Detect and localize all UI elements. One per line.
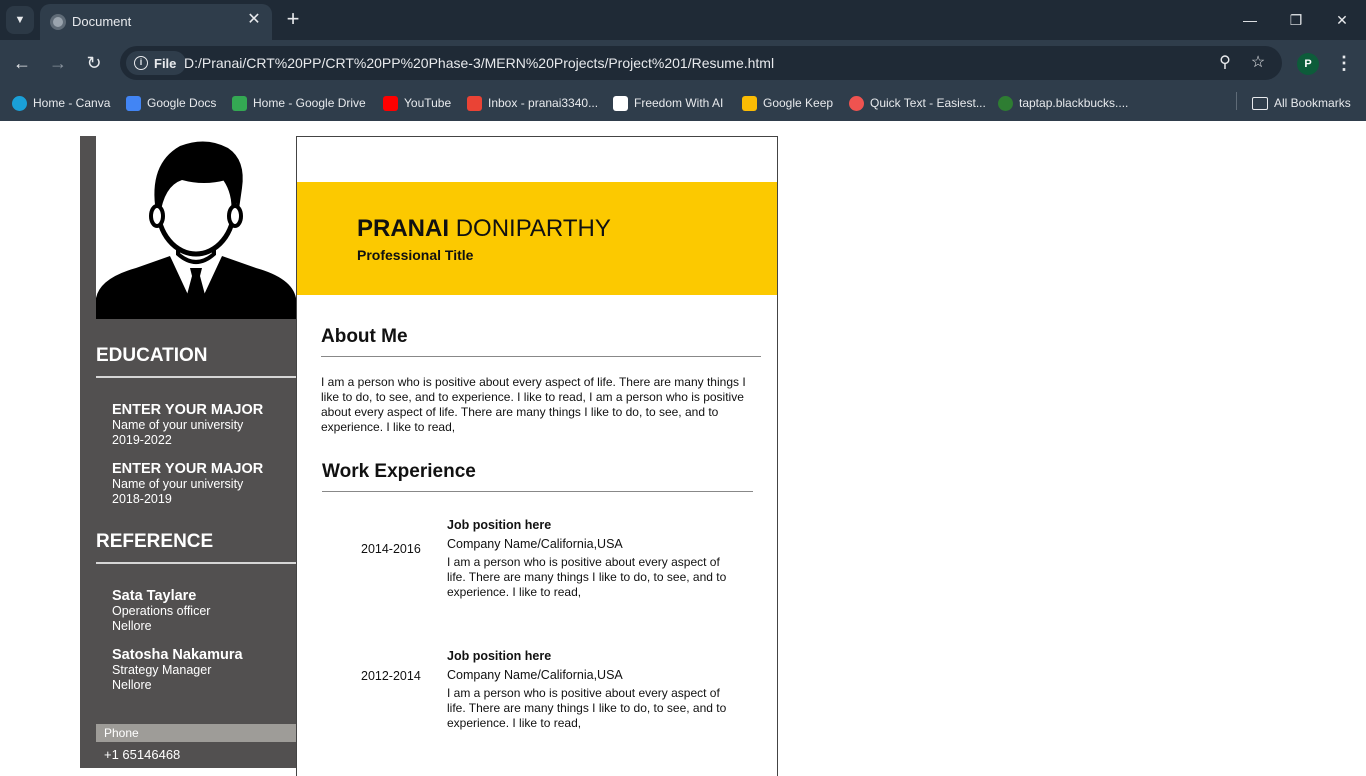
canva-icon — [12, 95, 27, 111]
bookmarks-bar: Home - Canva Google Docs Home - Google D… — [0, 86, 1366, 121]
last-name: DONIPARTHY — [455, 215, 611, 242]
menu-kebab-icon[interactable]: ⋮ — [1334, 51, 1354, 75]
education-university: Name of your university — [112, 418, 244, 432]
education-university: Name of your university — [112, 477, 244, 491]
file-label: File — [154, 55, 177, 71]
job-company: Company Name/California,USA — [447, 668, 623, 682]
education-years: 2018-2019 — [112, 492, 172, 506]
professional-title: Professional Title — [357, 247, 474, 263]
profile-photo — [96, 136, 296, 319]
bookmark-google-drive[interactable]: Home - Google Drive — [232, 92, 366, 114]
name-banner: PRANAI DONIPARTHY Professional Title — [297, 182, 777, 295]
education-heading: EDUCATION — [96, 345, 208, 366]
zoom-magnifier-icon[interactable]: ⚲ — [1214, 52, 1236, 74]
back-arrow-icon[interactable]: ← — [10, 51, 34, 75]
job-years: 2014-2016 — [361, 542, 421, 556]
reference-item: Satosha Nakamura Strategy Manager Nellor… — [112, 647, 243, 693]
reference-role: Operations officer — [112, 604, 211, 618]
bookmarks-separator — [1236, 92, 1237, 110]
tab-search-chevron-icon[interactable]: ▼ — [6, 6, 34, 34]
education-rule — [96, 376, 296, 378]
education-major: ENTER YOUR MAJOR — [112, 402, 264, 418]
bookmark-google-keep[interactable]: Google Keep — [742, 92, 833, 114]
reference-name: Sata Taylare — [112, 588, 197, 604]
address-bar[interactable]: i File D:/Pranai/CRT%20PP/CRT%20PP%20Pha… — [120, 46, 1282, 80]
reference-item: Sata Taylare Operations officer Nellore — [112, 588, 210, 634]
education-item: ENTER YOUR MAJOR Name of your university… — [112, 402, 263, 448]
docs-icon — [126, 95, 141, 111]
tab-strip: ▼ Document ✕ + — ❐ ✕ — [0, 0, 1366, 40]
minimize-icon[interactable]: — — [1238, 8, 1262, 32]
bookmark-gmail[interactable]: Inbox - pranai3340... — [467, 92, 598, 114]
drive-icon — [232, 95, 247, 111]
about-rule — [321, 356, 761, 357]
reference-name: Satosha Nakamura — [112, 647, 243, 663]
education-major: ENTER YOUR MAJOR — [112, 461, 264, 477]
close-window-icon[interactable]: ✕ — [1330, 8, 1354, 32]
bookmark-canva[interactable]: Home - Canva — [12, 92, 110, 114]
folder-icon — [1252, 96, 1268, 110]
quicktext-icon — [849, 95, 864, 111]
tab-title: Document — [72, 14, 132, 29]
youtube-icon — [383, 95, 398, 111]
job-entry: Job position here Company Name/Californi… — [447, 518, 737, 600]
about-heading: About Me — [321, 326, 408, 347]
job-entry: Job position here Company Name/Californi… — [447, 649, 737, 731]
phone-label: Phone — [96, 724, 296, 742]
job-position: Job position here — [447, 518, 552, 532]
reference-rule — [96, 562, 296, 564]
reference-place: Nellore — [112, 678, 152, 692]
toolbar: ← → ↻ i File D:/Pranai/CRT%20PP/CRT%20PP… — [0, 40, 1366, 86]
work-heading: Work Experience — [322, 461, 476, 482]
bookmark-freedom-with-ai[interactable]: Freedom With AI — [613, 92, 723, 114]
site-info-chip[interactable]: i File — [126, 51, 187, 75]
reference-role: Strategy Manager — [112, 663, 212, 677]
person-silhouette-icon — [96, 141, 296, 319]
job-company: Company Name/California,USA — [447, 537, 623, 551]
url-text[interactable]: D:/Pranai/CRT%20PP/CRT%20PP%20Phase-3/ME… — [184, 55, 774, 71]
tab-close-icon[interactable]: ✕ — [244, 10, 264, 30]
education-item: ENTER YOUR MAJOR Name of your university… — [112, 461, 263, 507]
education-years: 2019-2022 — [112, 433, 172, 447]
all-bookmarks[interactable]: All Bookmarks — [1252, 92, 1351, 114]
about-text: I am a person who is positive about ever… — [321, 375, 746, 434]
bookmark-taptap[interactable]: taptap.blackbucks.... — [998, 92, 1128, 114]
taptap-icon — [998, 95, 1013, 111]
keep-icon — [742, 95, 757, 111]
bookmark-quick-text[interactable]: Quick Text - Easiest... — [849, 92, 986, 114]
gmail-icon — [467, 95, 482, 111]
full-name: PRANAI DONIPARTHY — [357, 215, 611, 243]
reference-place: Nellore — [112, 619, 152, 633]
reload-icon[interactable]: ↻ — [82, 51, 106, 75]
job-position: Job position here — [447, 649, 552, 663]
restore-icon[interactable]: ❐ — [1284, 8, 1308, 32]
globe-icon — [50, 14, 66, 30]
bookmark-google-docs[interactable]: Google Docs — [126, 92, 216, 114]
job-description: I am a person who is positive about ever… — [447, 686, 727, 730]
resume-main: PRANAI DONIPARTHY Professional Title Abo… — [296, 136, 778, 776]
reference-heading: REFERENCE — [96, 531, 214, 552]
work-rule — [322, 491, 753, 492]
page-viewport: EDUCATION ENTER YOUR MAJOR Name of your … — [0, 121, 1366, 776]
job-description: I am a person who is positive about ever… — [447, 555, 727, 599]
freedom-icon — [613, 95, 628, 111]
forward-arrow-icon[interactable]: → — [46, 51, 70, 75]
profile-avatar[interactable]: P — [1297, 53, 1319, 75]
new-tab-plus-icon[interactable]: + — [282, 8, 304, 30]
resume-sidebar: EDUCATION ENTER YOUR MAJOR Name of your … — [80, 136, 297, 768]
bookmark-youtube[interactable]: YouTube — [383, 92, 451, 114]
bookmark-star-icon[interactable]: ☆ — [1247, 52, 1269, 74]
first-name: PRANAI — [357, 215, 450, 242]
tab-document[interactable]: Document ✕ — [40, 4, 272, 40]
job-years: 2012-2014 — [361, 669, 421, 683]
phone-number: +1 65146468 — [104, 747, 181, 762]
info-icon: i — [134, 56, 148, 70]
